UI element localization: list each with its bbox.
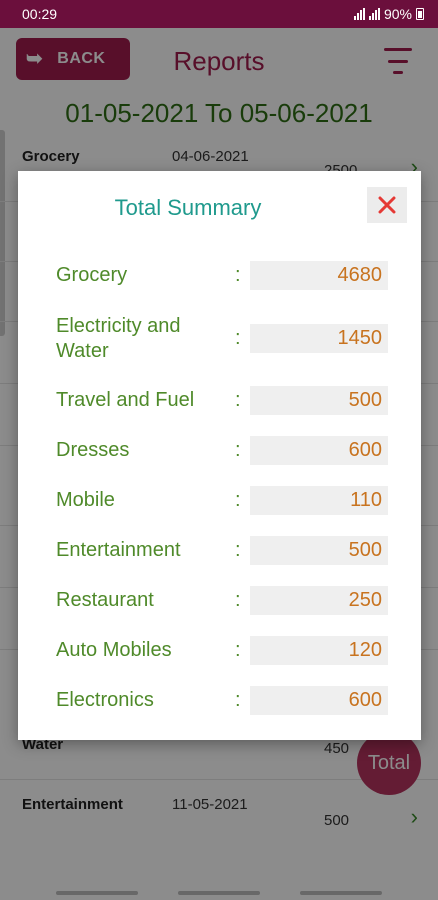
summary-separator: : bbox=[235, 589, 241, 611]
summary-label: Electronics bbox=[56, 689, 154, 711]
dialog-title: Total Summary bbox=[114, 195, 262, 220]
close-button[interactable] bbox=[367, 187, 407, 223]
status-bar: 00:29 90% bbox=[0, 0, 438, 28]
summary-separator: : bbox=[235, 327, 241, 349]
signal-icon bbox=[368, 8, 380, 20]
summary-separator: : bbox=[235, 639, 241, 661]
summary-label: Entertainment bbox=[56, 539, 181, 561]
summary-label: Electricity and Water bbox=[56, 315, 181, 362]
summary-label: Restaurant bbox=[56, 589, 154, 611]
summary-value: 500 bbox=[250, 386, 388, 415]
summary-value: 600 bbox=[250, 686, 388, 715]
summary-separator: : bbox=[235, 689, 241, 711]
summary-separator: : bbox=[235, 489, 241, 511]
summary-value: 4680 bbox=[250, 261, 388, 290]
summary-label: Mobile bbox=[56, 489, 115, 511]
wifi-icon bbox=[353, 8, 365, 20]
summary-value: 110 bbox=[250, 486, 388, 515]
summary-separator: : bbox=[235, 389, 241, 411]
summary-label: Dresses bbox=[56, 439, 130, 461]
battery-icon bbox=[416, 8, 424, 20]
status-icons: 90% bbox=[353, 6, 424, 22]
summary-separator: : bbox=[235, 264, 241, 286]
status-time: 00:29 bbox=[22, 6, 58, 22]
summary-value: 500 bbox=[250, 536, 388, 565]
summary-separator: : bbox=[235, 439, 241, 461]
total-summary-dialog: Total Summary Grocery : 4680 Electricity… bbox=[18, 171, 421, 740]
summary-value: 600 bbox=[250, 436, 388, 465]
summary-value: 120 bbox=[250, 636, 388, 665]
battery-percent: 90% bbox=[383, 6, 412, 22]
summary-label: Grocery bbox=[56, 264, 128, 286]
close-icon bbox=[378, 196, 396, 214]
summary-value: 1450 bbox=[250, 324, 388, 353]
summary-label: Travel and Fuel bbox=[56, 389, 195, 411]
summary-label: Auto Mobiles bbox=[56, 639, 172, 661]
summary-separator: : bbox=[235, 539, 241, 561]
summary-value: 250 bbox=[250, 586, 388, 615]
